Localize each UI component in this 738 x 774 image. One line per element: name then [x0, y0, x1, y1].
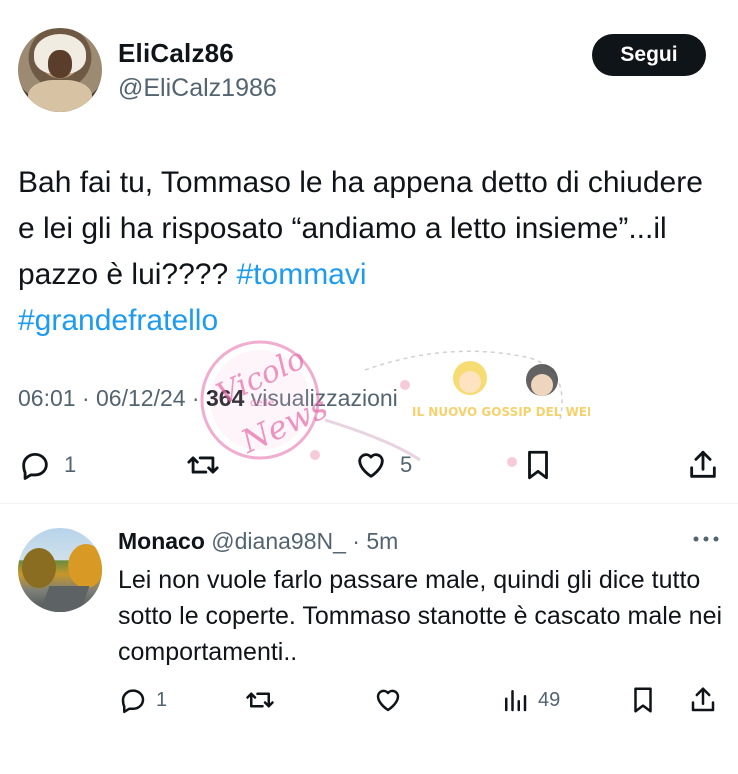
avatar-road [38, 586, 90, 612]
bookmark-icon [528, 450, 548, 480]
views-button[interactable]: 49 [500, 680, 560, 720]
reply-button[interactable]: 1 [118, 680, 167, 720]
reply-time[interactable]: 5m [366, 528, 398, 554]
like-button[interactable]: 5 [354, 445, 412, 485]
avatar-body [28, 80, 92, 112]
views-icon [505, 690, 527, 712]
retweet-icon [246, 692, 274, 708]
follow-button[interactable]: Segui [592, 34, 706, 76]
reply-button[interactable]: 1 [18, 445, 76, 485]
like-count: 5 [400, 452, 413, 477]
heart-icon [376, 689, 400, 712]
like-button[interactable] [373, 680, 403, 720]
watermark-text: IL NUOVO GOSSIP DEL WEB [412, 405, 590, 419]
avatar-face [48, 50, 72, 78]
bookmark-button[interactable] [628, 680, 658, 720]
display-name[interactable]: Monaco [118, 528, 205, 554]
main-tweet: EliCalz86 @EliCalz1986 Segui Bah fai tu,… [0, 0, 738, 503]
avatar[interactable] [18, 28, 102, 112]
display-name[interactable]: EliCalz86 [118, 38, 234, 69]
heart-icon [358, 453, 384, 478]
retweet-button[interactable] [186, 445, 220, 485]
hashtag-link[interactable]: #tommavi [237, 258, 367, 291]
reply-icon [22, 452, 48, 480]
more-icon[interactable] [692, 534, 720, 544]
avatar-tree [68, 544, 102, 588]
views-count: 49 [538, 688, 561, 711]
user-handle[interactable]: @diana98N_ [211, 528, 346, 554]
tweet-time[interactable]: 06:01 [18, 385, 76, 411]
separator: · [345, 528, 367, 554]
tweet-date[interactable]: 06/12/24 [96, 385, 186, 411]
hashtag-link[interactable]: #grandefratello [18, 304, 218, 337]
bookmark-button[interactable] [521, 445, 555, 485]
action-bar: 1 49 [0, 680, 738, 720]
retweet-button[interactable] [245, 680, 275, 720]
avatar-tree [22, 548, 56, 588]
views-label: visualizzazioni [250, 385, 398, 411]
share-button[interactable] [688, 680, 718, 720]
retweet-icon [187, 456, 219, 474]
user-handle[interactable]: @EliCalz1986 [118, 74, 277, 103]
avatar[interactable] [18, 528, 102, 612]
reply-icon [121, 689, 145, 714]
reply-count: 1 [64, 452, 77, 477]
reply-header: Monaco @diana98N_ · 5m [118, 528, 398, 555]
reply-text: Lei non vuole farlo passare male, quindi… [118, 566, 723, 666]
bookmark-icon [634, 687, 652, 713]
tweet-text: Bah fai tu, Tommaso le ha appena detto d… [18, 160, 718, 344]
action-bar: 1 5 [0, 445, 738, 489]
tweet-meta: 06:01 · 06/12/24 · 364 visualizzazioni [18, 385, 398, 411]
share-button[interactable] [686, 445, 720, 485]
reply-tweet[interactable]: Monaco @diana98N_ · 5m Lei non vuole far… [0, 504, 738, 774]
share-icon [690, 450, 716, 478]
reply-count: 1 [156, 688, 168, 711]
share-icon [691, 687, 715, 712]
views-count: 364 [206, 385, 245, 411]
